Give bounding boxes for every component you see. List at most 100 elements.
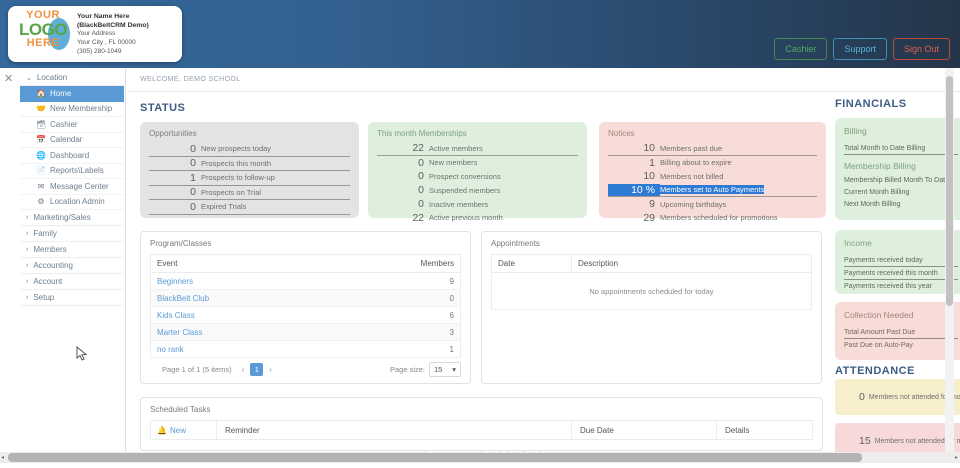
income-title: Income — [844, 238, 872, 248]
stat-row: 0 Expired Trials — [149, 200, 350, 215]
sidebar-group-setup[interactable]: › Setup — [20, 290, 124, 306]
stat-label: Billing about to expire — [660, 158, 732, 168]
stat-value: 0 — [190, 157, 196, 170]
stat-row-selected-auto-payments: 10 % Members set to Auto Payments — [608, 183, 817, 198]
event-link[interactable]: no rank — [150, 340, 332, 358]
tasks-header-row: 🔔 New Reminder Due Date Details — [150, 420, 813, 440]
members-count: 0 — [331, 289, 461, 307]
page-size-select[interactable]: 15 ▾ — [429, 362, 461, 377]
sidebar-item-message-center[interactable]: ✉ Message Center — [20, 179, 124, 195]
admin-icon: ⚙ — [37, 197, 45, 207]
sidebar-item-label: Home — [50, 88, 72, 98]
stat-label: Prospects on Trial — [201, 187, 262, 197]
horizontal-scrollbar[interactable]: ◂ ▸ — [0, 452, 960, 463]
close-sidebar-icon[interactable]: ✕ — [4, 72, 13, 85]
scroll-left-arrow-icon[interactable]: ◂ — [1, 454, 4, 461]
stat-label: Active previous month — [429, 213, 503, 223]
stat-row: 0 New prospects today — [149, 142, 350, 157]
sidebar-item-home[interactable]: 🏠 Home — [20, 86, 124, 102]
new-task-label: New — [169, 425, 186, 435]
support-button[interactable]: Support — [833, 38, 887, 60]
billing-line: Total Month to Date Billing — [844, 142, 958, 155]
scheduled-tasks-panel: Scheduled Tasks 🔔 New Reminder Due Date … — [140, 397, 823, 452]
sidebar-group-location[interactable]: ⌄ Location — [20, 70, 124, 86]
members-count: 1 — [331, 340, 461, 358]
column-header-reminder[interactable]: Reminder — [217, 421, 572, 439]
chevron-right-icon: › — [26, 278, 29, 285]
membership-billing-subtitle: Membership Billing — [844, 161, 916, 171]
opportunities-card: Opportunities 0 New prospects today 0 Pr… — [140, 122, 359, 218]
table-row: Kids Class 6 — [150, 306, 461, 324]
event-link[interactable]: Kids Class — [150, 306, 332, 324]
column-header-members[interactable]: Members — [331, 254, 461, 273]
business-name: Your Name Here (BlackBeltCRM Demo) — [77, 12, 149, 29]
table-row: no rank 1 — [150, 340, 461, 358]
sidebar-item-cashier[interactable]: 🗃 Cashier — [20, 117, 124, 133]
column-header-due-date[interactable]: Due Date — [572, 421, 717, 439]
stat-label: Prospect conversions — [429, 171, 501, 181]
vertical-scrollbar[interactable] — [945, 68, 954, 452]
stat-label: Members scheduled for promotions — [660, 213, 778, 223]
stat-row: 0 Suspended members — [377, 183, 578, 197]
event-link[interactable]: Beginners — [150, 272, 332, 290]
blackbeltcrm-dashboard: YOUR LOGO HERE Your Name Here (BlackBelt… — [0, 0, 960, 468]
appointments-table: Date Description No appointments schedul… — [491, 254, 812, 310]
scroll-right-arrow-icon[interactable]: ▸ — [955, 454, 958, 461]
memberships-card: This month Memberships 22 Active members… — [368, 122, 587, 224]
sidebar-group-marketing-sales[interactable]: › Marketing/Sales — [20, 210, 124, 226]
stat-value: 10 — [643, 170, 655, 183]
stat-value: 1 — [649, 156, 655, 169]
stat-row: 9 Upcoming birthdays — [608, 197, 817, 211]
stat-value: 22 — [412, 142, 424, 155]
sidebar-group-label: Marketing/Sales — [33, 213, 91, 222]
sidebar-item-new-membership[interactable]: 🤝 New Membership — [20, 102, 124, 117]
sidebar-item-calendar[interactable]: 📅 Calendar — [20, 133, 124, 148]
sidebar-item-dashboard[interactable]: 🌐 Dashboard — [20, 148, 124, 164]
stat-value: 10 — [643, 142, 655, 155]
sidebar-item-location-admin[interactable]: ⚙ Location Admin — [20, 195, 124, 210]
sidebar-group-label: Accounting — [33, 261, 73, 270]
sidebar-group-account[interactable]: › Account — [20, 274, 124, 290]
prev-page-button[interactable]: ‹ — [242, 365, 245, 374]
billing-line: Current Month Billing — [844, 188, 910, 196]
stat-label: Upcoming birthdays — [660, 199, 727, 209]
next-page-button[interactable]: › — [269, 365, 272, 374]
sidebar-item-reports-labels[interactable]: 📄 Reports\Labels — [20, 164, 124, 179]
chevron-right-icon: › — [26, 246, 29, 253]
cashier-button[interactable]: Cashier — [774, 38, 828, 60]
sidebar-group-family[interactable]: › Family — [20, 226, 124, 242]
notices-card: Notices 10 Members past due 1 Billing ab… — [599, 122, 826, 224]
stat-label: Members set to Auto Payments — [660, 185, 765, 195]
members-count: 3 — [331, 323, 461, 341]
event-link[interactable]: BlackBelt Club — [150, 289, 332, 307]
billing-title: Billing — [844, 126, 867, 136]
billing-card: Billing Total Month to Date Billing Memb… — [835, 118, 960, 220]
attendance-warning-card: 0 Members not attended for mo — [835, 379, 960, 415]
stat-value: 22 — [412, 211, 424, 224]
appointments-panel: Appointments Date Description No appoint… — [481, 231, 822, 384]
stat-value: 0 — [418, 198, 424, 211]
new-task-button[interactable]: 🔔 New — [151, 421, 217, 439]
program-classes-panel: Program/Classes Event Members Beginners … — [140, 231, 471, 384]
column-header-description[interactable]: Description — [571, 254, 812, 273]
horizontal-scrollbar-thumb[interactable] — [8, 453, 862, 462]
stat-value: 0 — [418, 170, 424, 183]
stat-row: 0 New members — [377, 156, 578, 170]
stat-label: Active members — [429, 143, 483, 153]
column-header-date[interactable]: Date — [491, 254, 572, 273]
stat-label: Expired Trials — [201, 202, 247, 212]
sign-out-button[interactable]: Sign Out — [892, 38, 950, 60]
stat-row: 10 Members past due — [608, 142, 817, 156]
stat-label: Prospects this month — [201, 158, 272, 168]
event-link[interactable]: Marter Class — [150, 323, 332, 341]
column-header-event[interactable]: Event — [150, 254, 332, 273]
appointments-empty-message: No appointments scheduled for today — [589, 286, 714, 296]
vertical-scrollbar-thumb[interactable] — [946, 76, 953, 306]
column-header-details[interactable]: Details — [717, 421, 812, 439]
current-page-button[interactable]: 1 — [250, 363, 264, 376]
calendar-icon: 📅 — [36, 135, 46, 145]
sidebar-group-accounting[interactable]: › Accounting — [20, 258, 124, 274]
sidebar-group-members[interactable]: › Members — [20, 242, 124, 258]
top-header: YOUR LOGO HERE Your Name Here (BlackBelt… — [0, 0, 960, 68]
stat-label: New members — [429, 158, 478, 168]
